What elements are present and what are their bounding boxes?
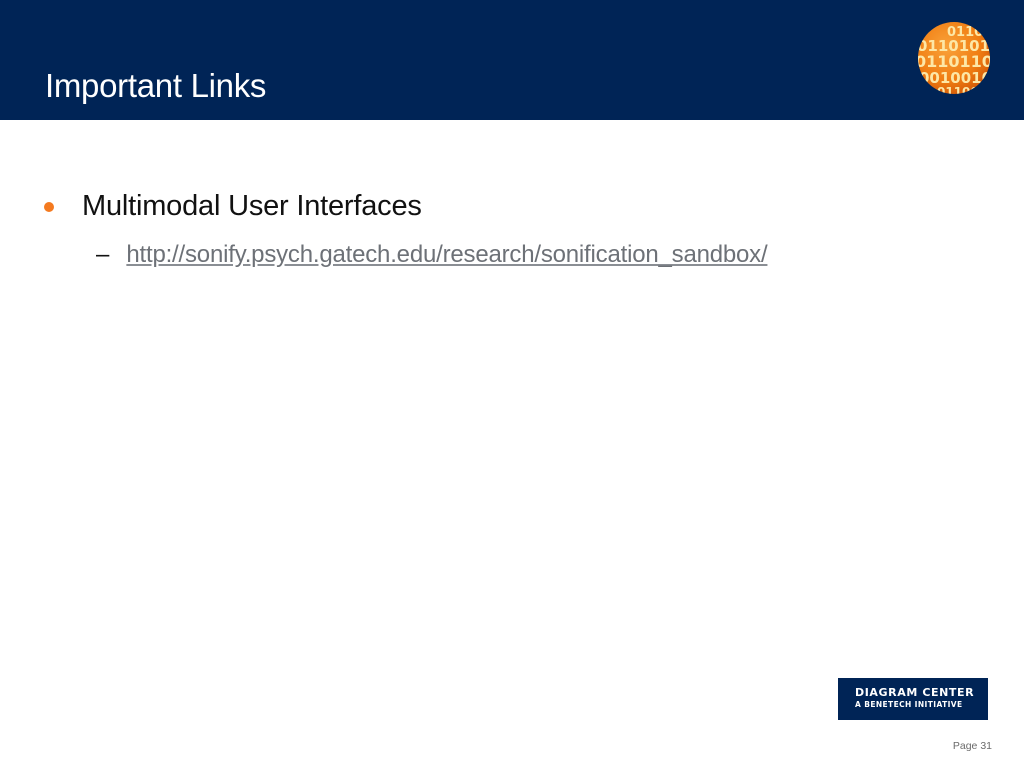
diagram-center-logo: DIAGRAM CENTER A BENETECH INITIATIVE xyxy=(838,678,988,720)
dash-marker: – xyxy=(96,241,110,268)
page-number: Page 31 xyxy=(952,740,992,752)
slide-content: Multimodal User Interfaces – http://soni… xyxy=(0,120,1024,768)
binary-orb-icon: 0110 01101010 0110110 0010010 01100 xyxy=(918,22,990,95)
svg-text:01100: 01100 xyxy=(937,85,979,95)
logo-line-1: DIAGRAM CENTER xyxy=(855,686,975,699)
sonification-sandbox-link[interactable]: http://sonify.psych.gatech.edu/research/… xyxy=(126,239,767,271)
sub-bullet-item: – http://sonify.psych.gatech.edu/researc… xyxy=(96,239,768,271)
bullet-dot-icon xyxy=(44,202,54,212)
bullet-item: Multimodal User Interfaces xyxy=(44,188,422,224)
slide-header: Important Links 0110 01101010 0110110 00… xyxy=(0,0,1024,120)
logo-line-2: A BENETECH INITIATIVE xyxy=(855,700,963,709)
bullet-text: Multimodal User Interfaces xyxy=(82,190,422,222)
slide-title: Important Links xyxy=(45,67,267,104)
